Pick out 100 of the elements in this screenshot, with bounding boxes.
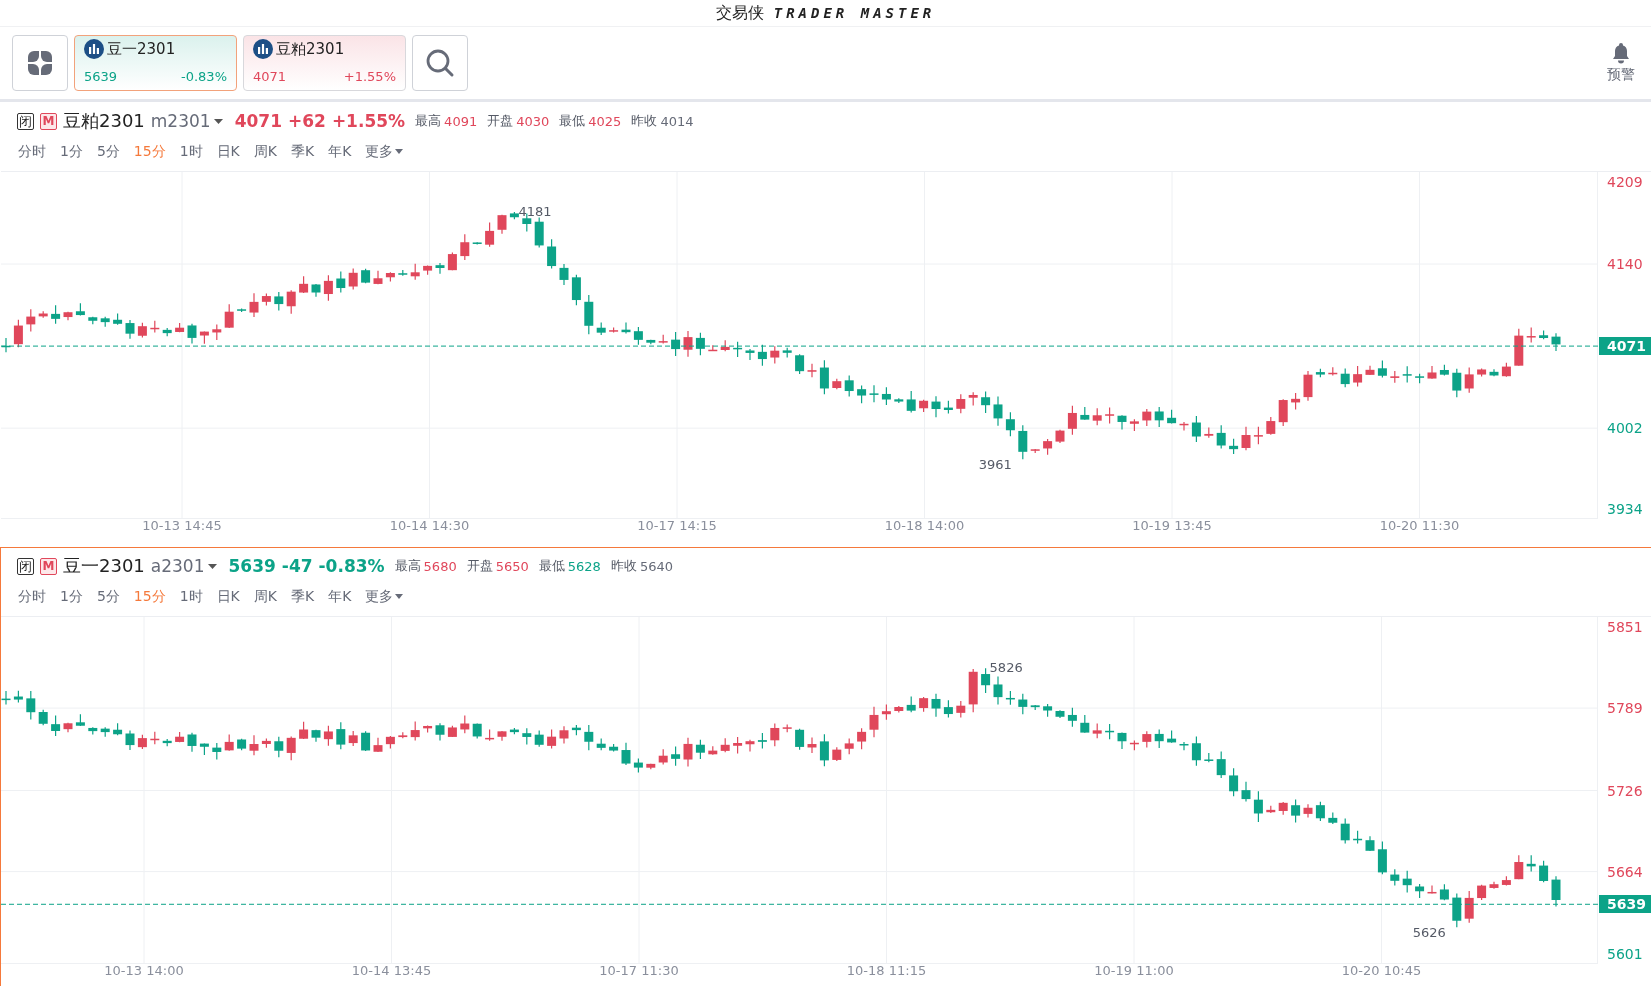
period-tab[interactable]: 日K (216, 142, 240, 161)
symbol-code-dropdown[interactable]: m2301 (150, 111, 223, 131)
app-subtitle: TRADER MASTER (773, 5, 936, 21)
bar-chart-icon (84, 39, 104, 59)
axis-label: 5851 (1607, 619, 1643, 635)
stat-label: 最高 (415, 112, 442, 130)
last-price: 5639 (228, 556, 276, 576)
axis-label: 10-18 14:00 (884, 518, 965, 533)
axis-label: 10-14 13:45 (351, 963, 432, 978)
caret-icon (395, 149, 404, 154)
stat-label: 最低 (538, 557, 565, 575)
period-tab[interactable]: 周K (253, 142, 277, 161)
stat-value: 5650 (495, 558, 529, 574)
clover-grid-icon (26, 49, 54, 77)
app-title: 交易侠 (715, 2, 764, 24)
period-tab[interactable]: 1时 (179, 142, 203, 161)
symbol-name: 豆一2301 (107, 39, 176, 59)
stat-value: 4014 (660, 113, 694, 129)
period-tab[interactable]: 周K (253, 587, 277, 606)
axis-label: 5789 (1607, 700, 1643, 717)
change-percent: +1.55% (331, 111, 406, 131)
axis-label: 5601 (1607, 946, 1643, 962)
period-tab[interactable]: 日K (216, 587, 240, 606)
stat-value: 4030 (516, 113, 550, 129)
axis-label: 10-18 11:15 (846, 963, 927, 978)
caret-icon (207, 563, 217, 569)
price-change: +62 (287, 111, 326, 131)
last-price: 4071 (234, 111, 282, 131)
axis-label: 3934 (1607, 501, 1643, 517)
axis-label: 10-17 11:30 (599, 963, 679, 978)
stat-value: 4091 (444, 113, 478, 129)
watchlist-card[interactable]: 豆一2301 5639 -0.83% (74, 35, 237, 91)
watchlist-card[interactable]: 豆粕2301 4071 +1.55% (243, 35, 406, 91)
axis-label: 10-14 14:30 (389, 518, 470, 533)
period-tab[interactable]: 5分 (96, 142, 120, 161)
low-price-label: 3961 (978, 457, 1012, 473)
axis-label: 5664 (1607, 863, 1643, 880)
axis-label: 10-19 13:45 (1132, 518, 1212, 533)
stat-label: 最低 (559, 112, 586, 130)
period-tab[interactable]: 年K (328, 142, 352, 161)
caret-icon (395, 594, 404, 599)
axis-label: 10-17 14:15 (637, 518, 717, 533)
axis-label: 10-13 14:00 (104, 963, 184, 978)
period-tab[interactable]: 5分 (96, 587, 120, 606)
chart-panel[interactable] (0, 547, 1651, 986)
search-button[interactable] (412, 35, 468, 91)
bar-chart-icon (253, 39, 273, 59)
period-tab[interactable]: 1分 (60, 587, 83, 606)
change-percent: -0.83% (181, 69, 227, 84)
period-tab[interactable]: 1分 (60, 142, 83, 161)
stat-value: 4025 (588, 113, 622, 129)
stat-label: 昨收 (610, 557, 637, 575)
low-price-label: 5626 (1412, 925, 1446, 941)
axis-label: 4002 (1607, 420, 1643, 437)
axis-label: 4209 (1607, 174, 1643, 190)
alert-button[interactable]: 预警 (1603, 42, 1639, 84)
stat-value: 5680 (423, 558, 457, 574)
axis-label: 5726 (1607, 782, 1643, 799)
symbol-code-dropdown[interactable]: a2301 (150, 556, 217, 576)
price-change: -47 (281, 556, 313, 576)
price-value: 5639 (84, 69, 118, 84)
menu-grid-button[interactable] (12, 35, 68, 91)
stat-label: 昨收 (631, 112, 658, 130)
status-badge: 闭 (17, 112, 34, 130)
status-badge: 闭 (17, 557, 34, 575)
period-tab[interactable]: 分时 (18, 142, 46, 161)
stat-value: 5628 (567, 558, 601, 574)
market-badge: M (40, 112, 57, 130)
stat-value: 5640 (639, 558, 673, 574)
axis-label: 4140 (1607, 256, 1643, 273)
symbol-name: 豆粕2301 (63, 109, 145, 133)
stat-label: 开盘 (487, 112, 514, 130)
last-price-tag: 5639 (1599, 895, 1651, 914)
change-percent: -0.83% (318, 556, 385, 576)
symbol-name: 豆一2301 (63, 554, 145, 578)
axis-label: 10-20 11:30 (1379, 518, 1460, 533)
axis-label: 10-19 11:00 (1094, 963, 1174, 978)
bell-icon (1611, 42, 1631, 64)
period-tab[interactable]: 分时 (18, 587, 46, 606)
symbol-code: a2301 (150, 556, 205, 576)
axis-label: 10-13 14:45 (142, 518, 222, 533)
high-price-label: 5826 (989, 660, 1023, 676)
price-value: 4071 (253, 69, 287, 84)
stat-label: 开盘 (466, 557, 493, 575)
symbol-name: 豆粕2301 (276, 39, 345, 59)
period-tab[interactable]: 季K (290, 142, 315, 161)
period-tab[interactable]: 1时 (179, 587, 203, 606)
caret-icon (213, 118, 223, 124)
last-price-tag: 4071 (1599, 337, 1651, 356)
period-tab[interactable]: 年K (328, 587, 352, 606)
more-menu-button[interactable]: 更多 (365, 587, 404, 606)
high-price-label: 4181 (518, 203, 552, 219)
stat-label: 最高 (394, 557, 421, 575)
search-icon (425, 48, 455, 78)
period-tab[interactable]: 季K (290, 587, 315, 606)
change-percent: +1.55% (343, 69, 396, 84)
axis-label: 10-20 10:45 (1341, 963, 1422, 978)
more-menu-button[interactable]: 更多 (365, 142, 404, 161)
market-badge: M (40, 557, 57, 575)
symbol-code: m2301 (150, 111, 211, 131)
